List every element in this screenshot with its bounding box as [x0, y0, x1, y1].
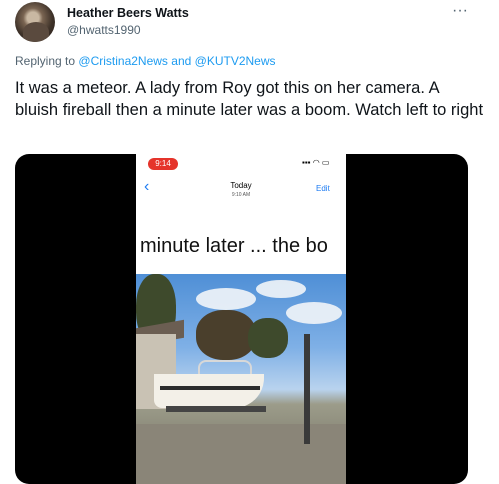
cloud	[286, 302, 342, 324]
edit-label: Edit	[316, 184, 330, 193]
tweet-text: It was a meteor. A lady from Roy got thi…	[15, 79, 484, 119]
reply-context: Replying to @Cristina2News and @KUTV2New…	[15, 54, 276, 68]
photo-header-subtitle: 9:10 AM	[231, 192, 251, 198]
reply-prefix: Replying to	[15, 54, 76, 68]
cloud	[256, 280, 306, 298]
author-handle[interactable]: @hwatts1990	[67, 23, 141, 37]
reply-and: and	[171, 54, 192, 68]
boat-stripe	[160, 386, 260, 390]
signal-wifi-battery-icon: ▪▪▪ ◠ ▭	[302, 158, 330, 167]
video-frame-scene	[136, 274, 346, 484]
cloud	[196, 288, 256, 310]
reply-mention-cristina2news[interactable]: @Cristina2News	[78, 54, 168, 68]
avatar[interactable]	[15, 2, 55, 42]
boat-trailer	[166, 406, 266, 412]
video-player[interactable]: 9:14 ▪▪▪ ◠ ▭ ‹ Today 9:10 AM Edit minute…	[15, 154, 468, 484]
boat-hull	[154, 374, 264, 408]
tree	[196, 310, 256, 360]
photo-header-title: Today	[230, 181, 252, 190]
ground	[136, 424, 346, 484]
author-name[interactable]: Heather Beers Watts	[67, 6, 189, 20]
phone-status-bar: 9:14 ▪▪▪ ◠ ▭	[136, 154, 346, 170]
video-caption: minute later ... the bo	[140, 235, 328, 257]
more-options-icon[interactable]: ···	[452, 2, 468, 20]
status-time-pill: 9:14	[148, 158, 178, 170]
phone-screen: 9:14 ▪▪▪ ◠ ▭ ‹ Today 9:10 AM Edit minute…	[136, 154, 346, 484]
utility-post	[304, 334, 310, 444]
reply-mention-kutv2news[interactable]: @KUTV2News	[195, 54, 276, 68]
tree	[248, 318, 288, 358]
